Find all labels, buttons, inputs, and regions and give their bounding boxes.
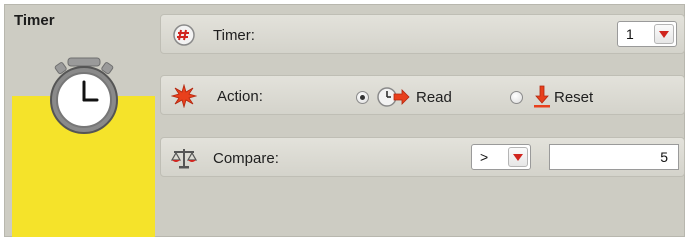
stopwatch-icon	[50, 57, 118, 134]
timer-select[interactable]: 1	[617, 21, 677, 47]
action-label: Action:	[217, 88, 263, 105]
starburst-icon	[171, 84, 197, 108]
reset-radio[interactable]	[510, 91, 523, 104]
compare-value-input[interactable]: 5	[549, 144, 679, 170]
compare-row: Compare: > 5	[160, 137, 685, 177]
block-header-title: Timer	[14, 12, 55, 29]
timer-label: Timer:	[213, 27, 255, 44]
chevron-down-icon	[513, 154, 523, 161]
compare-operator-value: >	[480, 149, 489, 165]
scales-icon	[171, 149, 197, 169]
timer-hash-icon	[173, 24, 195, 46]
chevron-down-icon	[659, 31, 669, 38]
compare-label: Compare:	[213, 150, 279, 167]
read-option-label: Read	[416, 89, 452, 106]
reset-option-label: Reset	[554, 89, 594, 106]
read-radio[interactable]	[356, 91, 369, 104]
read-timer-icon	[377, 87, 410, 107]
timer-row: Timer: 1	[160, 14, 685, 54]
action-row: Action: Read Reset	[160, 75, 685, 115]
compare-operator-dropdown-button[interactable]	[508, 147, 528, 167]
compare-value-text: 5	[660, 149, 668, 165]
reset-arrow-icon	[534, 85, 550, 108]
compare-operator-select[interactable]: >	[471, 144, 531, 170]
timer-select-value: 1	[626, 26, 634, 42]
timer-dropdown-button[interactable]	[654, 24, 674, 44]
